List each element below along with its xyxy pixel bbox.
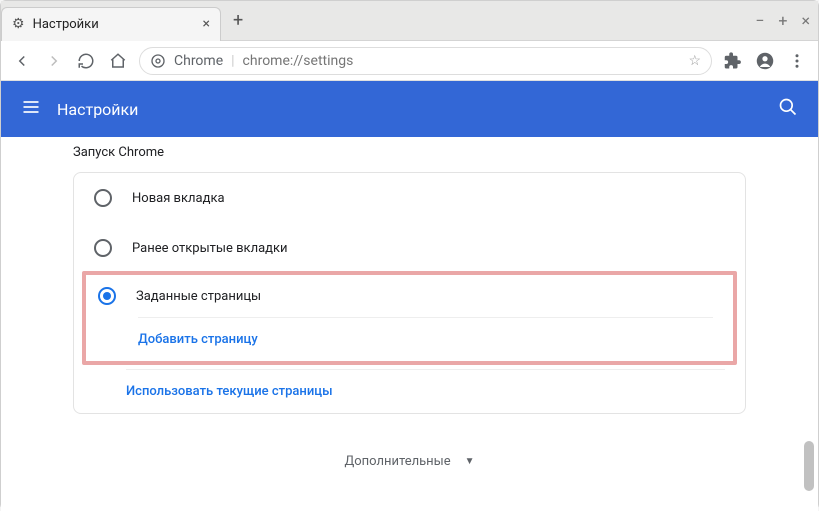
hamburger-menu-button[interactable] [21, 97, 41, 121]
option-label: Ранее открытые вкладки [132, 241, 288, 256]
option-label: Новая вкладка [132, 191, 225, 206]
settings-content: Запуск Chrome Новая вкладка Ранее открыт… [1, 137, 818, 511]
chrome-favicon-icon [150, 53, 166, 69]
window-controls: − + × [755, 11, 810, 30]
tab-title: Настройки [33, 17, 195, 32]
vertical-scrollbar[interactable] [804, 137, 816, 511]
highlighted-region: Заданные страницы Добавить страницу [82, 271, 737, 365]
window-maximize-button[interactable]: + [778, 11, 787, 30]
advanced-toggle[interactable]: Дополнительные ▼ [1, 438, 818, 469]
bookmark-star-icon[interactable]: ☆ [688, 53, 701, 69]
advanced-label: Дополнительные [344, 454, 450, 469]
extensions-icon[interactable] [724, 52, 742, 70]
close-tab-icon[interactable]: × [203, 16, 210, 32]
search-button[interactable] [778, 97, 798, 121]
option-new-tab[interactable]: Новая вкладка [74, 173, 745, 223]
settings-title: Настройки [57, 100, 138, 119]
startup-card: Новая вкладка Ранее открытые вкладки Зад… [73, 172, 746, 414]
browser-tab[interactable]: ⚙ Настройки × [1, 7, 221, 41]
scrollbar-thumb[interactable] [804, 441, 814, 491]
address-separator: | [231, 53, 234, 69]
option-specific-pages[interactable]: Заданные страницы [86, 275, 733, 317]
add-page-action[interactable]: Добавить страницу [138, 317, 713, 361]
back-icon[interactable] [13, 52, 31, 70]
window-titlebar: ⚙ Настройки × + − + × [1, 1, 818, 41]
address-chrome-label: Chrome [174, 53, 223, 69]
use-current-pages-action[interactable]: Использовать текущие страницы [126, 369, 725, 413]
section-heading: Запуск Chrome [1, 137, 818, 172]
gear-icon: ⚙ [12, 16, 25, 32]
option-previous-tabs[interactable]: Ранее открытые вкладки [74, 223, 745, 273]
menu-icon[interactable] [788, 52, 806, 70]
option-label: Заданные страницы [136, 289, 261, 304]
settings-header: Настройки [1, 81, 818, 137]
window-minimize-button[interactable]: − [755, 11, 764, 30]
radio-icon [94, 189, 112, 207]
reload-icon[interactable] [77, 52, 95, 70]
new-tab-button[interactable]: + [221, 10, 255, 31]
browser-toolbar: Chrome | chrome://settings ☆ [1, 41, 818, 81]
address-bar[interactable]: Chrome | chrome://settings ☆ [139, 47, 712, 75]
chevron-down-icon: ▼ [465, 456, 475, 467]
profile-icon[interactable] [756, 52, 774, 70]
home-icon[interactable] [109, 52, 127, 70]
window-close-button[interactable]: × [801, 11, 810, 30]
radio-icon [94, 239, 112, 257]
radio-icon-selected [98, 287, 116, 305]
forward-icon[interactable] [45, 52, 63, 70]
address-url-text: chrome://settings [243, 53, 354, 69]
